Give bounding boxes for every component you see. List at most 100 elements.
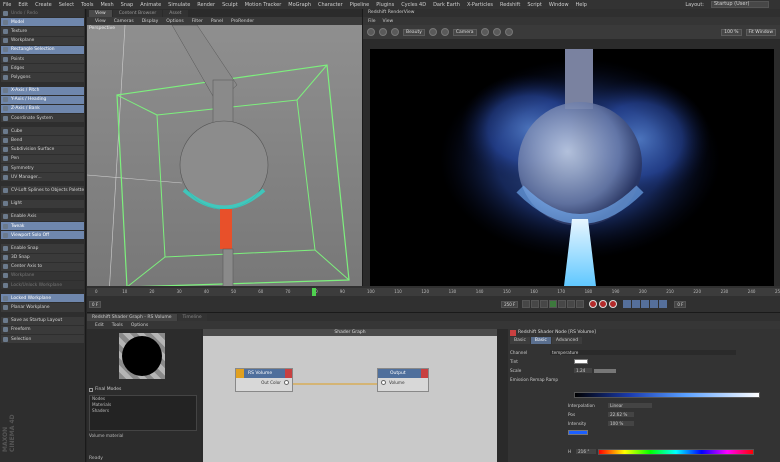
palette-undo-redo[interactable]: Undo / Redo bbox=[1, 9, 84, 18]
node-rs-volume[interactable]: RS Volume Out Color bbox=[235, 368, 293, 392]
prev-frame-button[interactable] bbox=[540, 300, 549, 308]
palette-lock-unlock-workplane[interactable]: Lock/Unlock Workplane bbox=[1, 281, 84, 290]
menu-simulate[interactable]: Simulate bbox=[168, 2, 190, 8]
play-button[interactable] bbox=[549, 300, 558, 308]
menu-dark-earth[interactable]: Dark Earth bbox=[433, 2, 460, 8]
palette-enable-axis[interactable]: Enable Axis bbox=[1, 212, 84, 221]
scale-slider[interactable] bbox=[594, 368, 616, 373]
move-key-icon[interactable] bbox=[623, 300, 632, 308]
palette-model[interactable]: Model bbox=[1, 18, 84, 27]
hue-field[interactable]: 216 ° bbox=[576, 449, 596, 454]
palette-selection[interactable]: Selection bbox=[1, 335, 84, 344]
volume-port[interactable] bbox=[381, 380, 386, 385]
render-menu-view[interactable]: View bbox=[383, 19, 394, 24]
rotate-key-icon[interactable] bbox=[641, 300, 650, 308]
palette-3d-snap[interactable]: 3D Snap bbox=[1, 253, 84, 262]
viewport-menu-panel[interactable]: Panel bbox=[211, 19, 223, 24]
attr-tab-basic[interactable]: Basic bbox=[530, 337, 551, 344]
render-image[interactable] bbox=[370, 49, 774, 286]
render-icon[interactable] bbox=[367, 28, 375, 36]
menu-select[interactable]: Select bbox=[59, 2, 74, 8]
final-modes-checkbox[interactable] bbox=[89, 387, 93, 392]
go-to-start-button[interactable] bbox=[522, 300, 531, 308]
palette-subdivision-surface[interactable]: Subdivision Surface bbox=[1, 145, 84, 154]
emission-remap-ramp[interactable] bbox=[574, 392, 760, 398]
menu-mograph[interactable]: MoGraph bbox=[288, 2, 311, 8]
palette-z-axis-bank[interactable]: Z-Axis / Bank bbox=[1, 104, 84, 114]
menu-tools[interactable]: Tools bbox=[81, 2, 93, 8]
stop-icon[interactable] bbox=[379, 28, 387, 36]
keyframe-selection-button[interactable] bbox=[609, 300, 618, 308]
tab-view[interactable]: View bbox=[89, 10, 112, 17]
attr-tab-basic[interactable]: Basic bbox=[510, 337, 530, 344]
menu-plugins[interactable]: Plugins bbox=[376, 2, 394, 8]
aov-dropdown[interactable]: Beauty bbox=[403, 28, 425, 36]
menu-sculpt[interactable]: Sculpt bbox=[222, 2, 238, 8]
palette-freeform[interactable]: Freeform bbox=[1, 325, 84, 334]
autokey-button[interactable] bbox=[599, 300, 608, 308]
palette-uv-manager[interactable]: UV Manager... bbox=[1, 173, 84, 182]
palette-polygons[interactable]: Polygons bbox=[1, 73, 84, 82]
pla-key-icon[interactable] bbox=[659, 300, 668, 308]
menu-cycles-4d[interactable]: Cycles 4D bbox=[401, 2, 426, 8]
palette-viewport-solo-off[interactable]: Viewport Solo Off bbox=[1, 231, 84, 240]
prev-key-button[interactable] bbox=[531, 300, 540, 308]
viewport-menu-filter[interactable]: Filter bbox=[192, 19, 203, 24]
shader-menu-options[interactable]: Options bbox=[131, 323, 148, 328]
menu-redshift[interactable]: Redshift bbox=[500, 2, 520, 8]
viewport-menu-display[interactable]: Display bbox=[142, 19, 159, 24]
shader-tab-redshift-shader-graph-rs-volume[interactable]: Redshift Shader Graph - RS Volume bbox=[87, 314, 177, 321]
next-frame-button[interactable] bbox=[558, 300, 567, 308]
menu-script[interactable]: Script bbox=[527, 2, 542, 8]
next-key-button[interactable] bbox=[567, 300, 576, 308]
interpolation-dropdown[interactable]: Linear bbox=[608, 403, 652, 408]
palette-edges[interactable]: Edges bbox=[1, 64, 84, 73]
attr-tab-advanced[interactable]: Advanced bbox=[551, 337, 583, 344]
nodes-item-shaders[interactable]: Shaders bbox=[90, 408, 196, 414]
palette-save-as-startup-layout[interactable]: Save as Startup Layout bbox=[1, 316, 84, 325]
perspective-viewport[interactable]: Perspective Grid Spacing : 10 cm bbox=[87, 25, 362, 295]
scale-field[interactable]: 1.24 bbox=[574, 368, 592, 373]
viewport-menu-view[interactable]: View bbox=[95, 19, 106, 24]
palette-light[interactable]: Light bbox=[1, 199, 84, 208]
shader-menu-tools[interactable]: Tools bbox=[112, 323, 123, 328]
globe-icon[interactable] bbox=[428, 28, 437, 36]
scale-key-icon[interactable] bbox=[632, 300, 641, 308]
palette-locked-workplane[interactable]: Locked Workplane bbox=[1, 294, 84, 303]
palette-center-axis-to[interactable]: Center Axis to bbox=[1, 262, 84, 271]
menu-file[interactable]: File bbox=[3, 2, 11, 8]
palette-cube[interactable]: Cube bbox=[1, 127, 84, 136]
render-menu-file[interactable]: File bbox=[368, 19, 376, 24]
viewport-menu-cameras[interactable]: Cameras bbox=[114, 19, 134, 24]
palette-cv-loft-splines-to-objects-palette[interactable]: CV-Loft Splines to Objects Palette bbox=[1, 186, 84, 195]
out-color-port[interactable] bbox=[284, 380, 289, 385]
layout-dropdown[interactable]: Startup (User) bbox=[711, 1, 769, 8]
menu-snap[interactable]: Snap bbox=[121, 2, 134, 8]
start-frame-field[interactable]: 0 F bbox=[89, 300, 102, 308]
menu-x-particles[interactable]: X-Particles bbox=[467, 2, 493, 8]
palette-points[interactable]: Points bbox=[1, 54, 84, 64]
settings-icon[interactable] bbox=[504, 28, 513, 36]
palette-symmetry[interactable]: Symmetry bbox=[1, 164, 84, 173]
menu-motion-tracker[interactable]: Motion Tracker bbox=[245, 2, 282, 8]
palette-workplane[interactable]: Workplane bbox=[1, 36, 84, 45]
node-output[interactable]: Output Volume bbox=[377, 368, 429, 392]
menu-create[interactable]: Create bbox=[35, 2, 52, 8]
lock-icon[interactable] bbox=[480, 28, 489, 36]
shader-graph-canvas[interactable]: RS Volume Out Color Output Volume bbox=[203, 336, 497, 462]
shader-menu-edit[interactable]: Edit bbox=[95, 323, 104, 328]
menu-character[interactable]: Character bbox=[318, 2, 343, 8]
shader-tab-timeline[interactable]: Timeline bbox=[177, 314, 207, 321]
knot-color-swatch[interactable] bbox=[568, 430, 588, 435]
palette-texture[interactable]: Texture bbox=[1, 27, 84, 36]
color-icon[interactable] bbox=[492, 28, 501, 36]
fit-window-dropdown[interactable]: Fit Window bbox=[745, 28, 776, 36]
menu-edit[interactable]: Edit bbox=[18, 2, 28, 8]
intensity-field[interactable]: 100 % bbox=[608, 421, 634, 426]
palette-x-axis-pitch[interactable]: X-Axis / Pitch bbox=[1, 86, 84, 95]
viewport-menu-prorender[interactable]: ProRender bbox=[231, 19, 254, 24]
palette-rectangle-selection[interactable]: Rectangle Selection bbox=[1, 45, 84, 54]
menu-window[interactable]: Window bbox=[549, 2, 569, 8]
go-to-end-button[interactable] bbox=[576, 300, 585, 308]
palette-workplane[interactable]: Workplane bbox=[1, 271, 84, 281]
